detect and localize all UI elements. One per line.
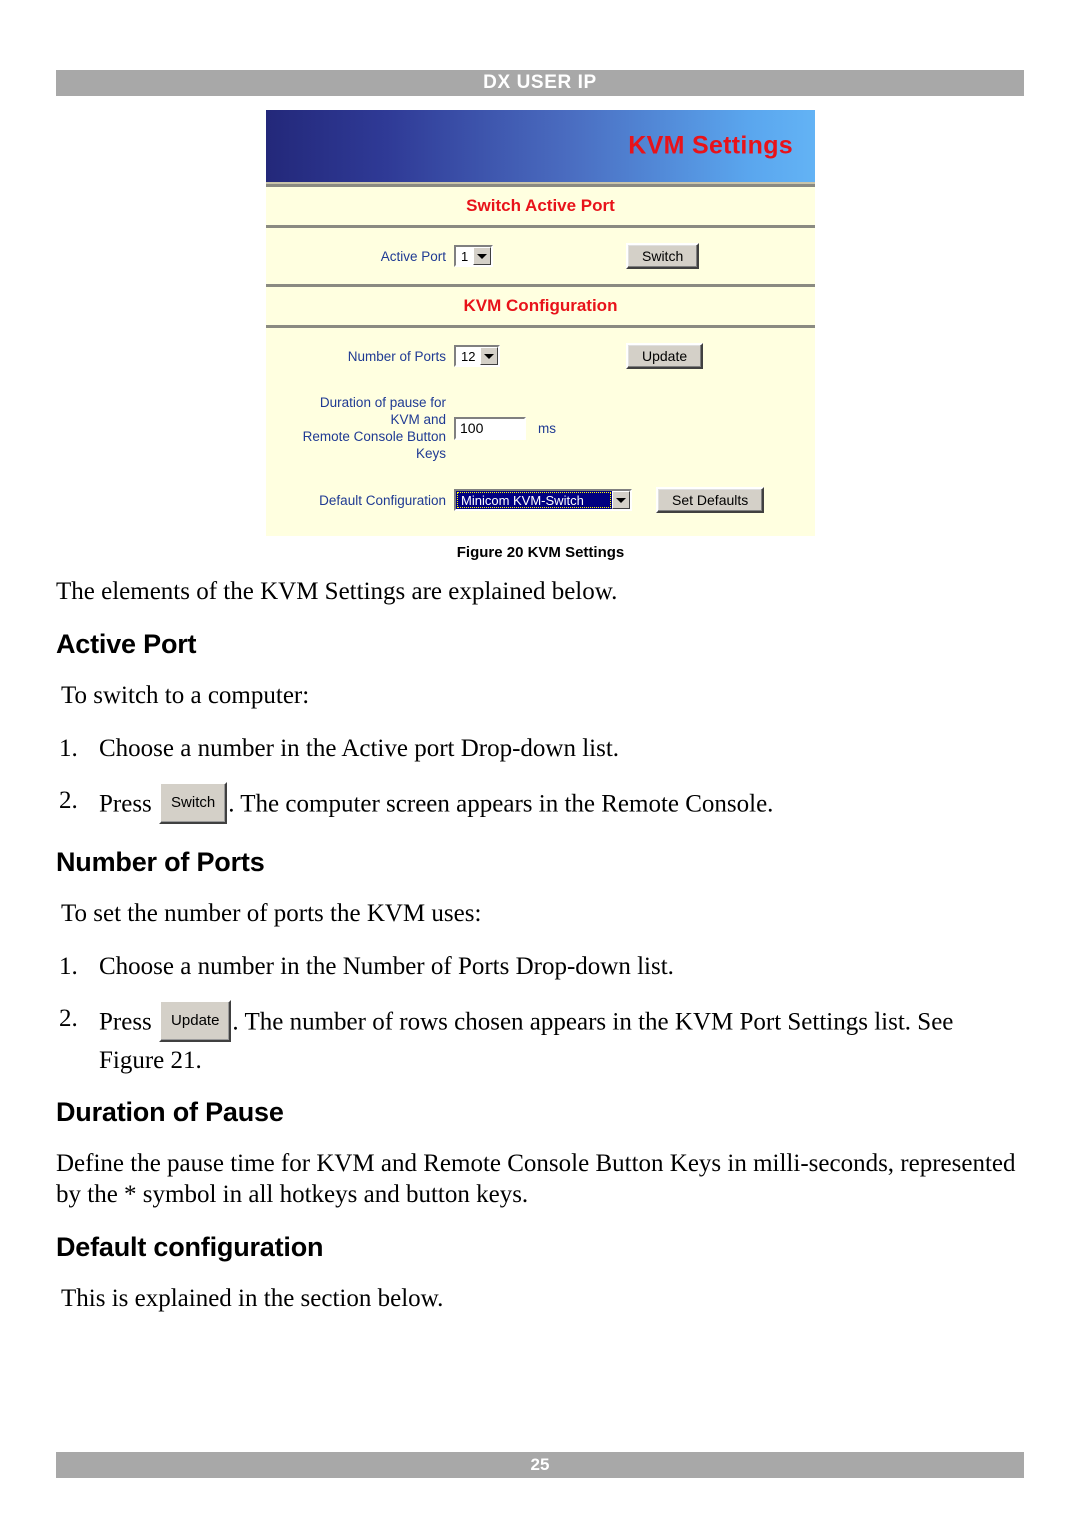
heading-duration-of-pause: Duration of Pause (56, 1097, 284, 1127)
step-number: 1. (59, 953, 78, 980)
chevron-down-icon[interactable] (473, 247, 492, 265)
heading-number-of-ports: Number of Ports (56, 847, 265, 877)
number-of-ports-select-value: 12 (456, 347, 481, 365)
page-number: 25 (530, 1455, 550, 1474)
figure-20-kvm-settings: KVM Settings Switch Active Port Active P… (266, 110, 815, 561)
step-text: Choose a number in the Active port Drop-… (99, 735, 620, 762)
default-configuration-select[interactable]: Minicom KVM-Switch (454, 489, 632, 511)
active-port-select-value: 1 (456, 247, 474, 265)
chevron-down-glyph (484, 353, 495, 359)
steps-number-of-ports: 1. Choose a number in the Number of Port… (56, 951, 1024, 1077)
chevron-down-glyph (616, 497, 626, 503)
step-number: 1. (59, 735, 78, 762)
label-duration-line-3: Remote Console Button (302, 429, 446, 444)
heading-active-port: Active Port (56, 629, 197, 659)
running-header-title: DX USER IP (483, 72, 597, 93)
list-item: 1. Choose a number in the Number of Port… (56, 951, 1024, 983)
figure-caption: Figure 20 KVM Settings (456, 544, 625, 561)
step-text-before: Press (99, 1008, 159, 1036)
inline-update-button[interactable]: Update (159, 1000, 232, 1042)
kvm-settings-panel: Switch Active Port Active Port 1 Switch … (266, 184, 815, 536)
duration-unit-label: ms (538, 420, 556, 436)
lead-number-of-ports: To set the number of ports the KVM uses: (61, 900, 482, 927)
label-duration-line-1: Duration of pause for (319, 395, 446, 410)
intro-paragraph: The elements of the KVM Settings are exp… (56, 578, 618, 605)
label-number-of-ports: Number of Ports (347, 348, 446, 364)
step-number: 2. (59, 1005, 78, 1032)
list-item: 1. Choose a number in the Active port Dr… (56, 733, 1024, 765)
update-button[interactable]: Update (626, 343, 704, 369)
section-heading-kvm-configuration: KVM Configuration (266, 287, 815, 325)
step-number: 2. (59, 787, 78, 814)
row-active-port: Active Port 1 Switch (266, 228, 815, 284)
chevron-down-glyph (477, 253, 488, 259)
section-heading-switch-active-port: Switch Active Port (266, 187, 815, 225)
page-content: The elements of the KVM Settings are exp… (56, 576, 1024, 1336)
running-header-bar: DX USER IP (56, 70, 1024, 96)
active-port-select[interactable]: 1 (454, 245, 494, 267)
step-text: Choose a number in the Number of Ports D… (99, 953, 674, 980)
control-number-of-ports: 12 (454, 345, 574, 367)
list-item: 2. Press Update. The number of rows chos… (56, 1000, 1024, 1077)
chevron-down-icon[interactable] (480, 347, 499, 365)
label-duration-line-2: KVM and (390, 412, 446, 427)
row-default-configuration: Default Configuration Minicom KVM-Switch… (266, 472, 815, 528)
label-default-configuration: Default Configuration (319, 492, 446, 508)
inline-switch-button[interactable]: Switch (159, 782, 228, 824)
panel-bottom-spacer (266, 528, 815, 536)
list-item: 2. Press Switch. The computer screen app… (56, 782, 1024, 827)
kvm-banner: KVM Settings (266, 110, 815, 184)
lead-active-port: To switch to a computer: (61, 682, 310, 709)
chevron-down-icon[interactable] (612, 491, 630, 509)
control-active-port: 1 (454, 245, 574, 267)
action-area-set-defaults: Set Defaults (634, 487, 815, 513)
step-text-after: . The computer screen appears in the Rem… (228, 790, 774, 818)
control-duration-of-pause: 100 ms (454, 416, 574, 440)
label-duration-of-pause: Duration of pause for KVM and Remote Con… (266, 394, 454, 462)
action-area-switch: Switch (574, 243, 815, 269)
duration-of-pause-input[interactable]: 100 (454, 416, 526, 440)
set-defaults-button[interactable]: Set Defaults (656, 487, 765, 513)
kvm-banner-title: KVM Settings (628, 131, 793, 160)
control-default-configuration: Minicom KVM-Switch (454, 489, 634, 511)
row-duration-of-pause: Duration of pause for KVM and Remote Con… (266, 384, 815, 472)
action-area-update: Update (574, 343, 815, 369)
step-text: Press Switch. The computer screen appear… (99, 782, 1024, 827)
step-text: Press Update. The number of rows chosen … (99, 1000, 1024, 1077)
heading-default-configuration: Default configuration (56, 1232, 324, 1262)
row-number-of-ports: Number of Ports 12 Update (266, 328, 815, 384)
label-duration-line-4: Keys (415, 446, 446, 461)
label-active-port: Active Port (380, 248, 446, 264)
default-configuration-select-value: Minicom KVM-Switch (456, 491, 612, 509)
steps-active-port: 1. Choose a number in the Active port Dr… (56, 733, 1024, 827)
number-of-ports-select[interactable]: 12 (454, 345, 501, 367)
lead-duration-of-pause: Define the pause time for KVM and Remote… (56, 1150, 1016, 1208)
step-text-before: Press (99, 790, 159, 818)
lead-default-configuration: This is explained in the section below. (61, 1285, 444, 1312)
switch-button[interactable]: Switch (626, 243, 700, 269)
footer-bar: 25 (56, 1452, 1024, 1478)
